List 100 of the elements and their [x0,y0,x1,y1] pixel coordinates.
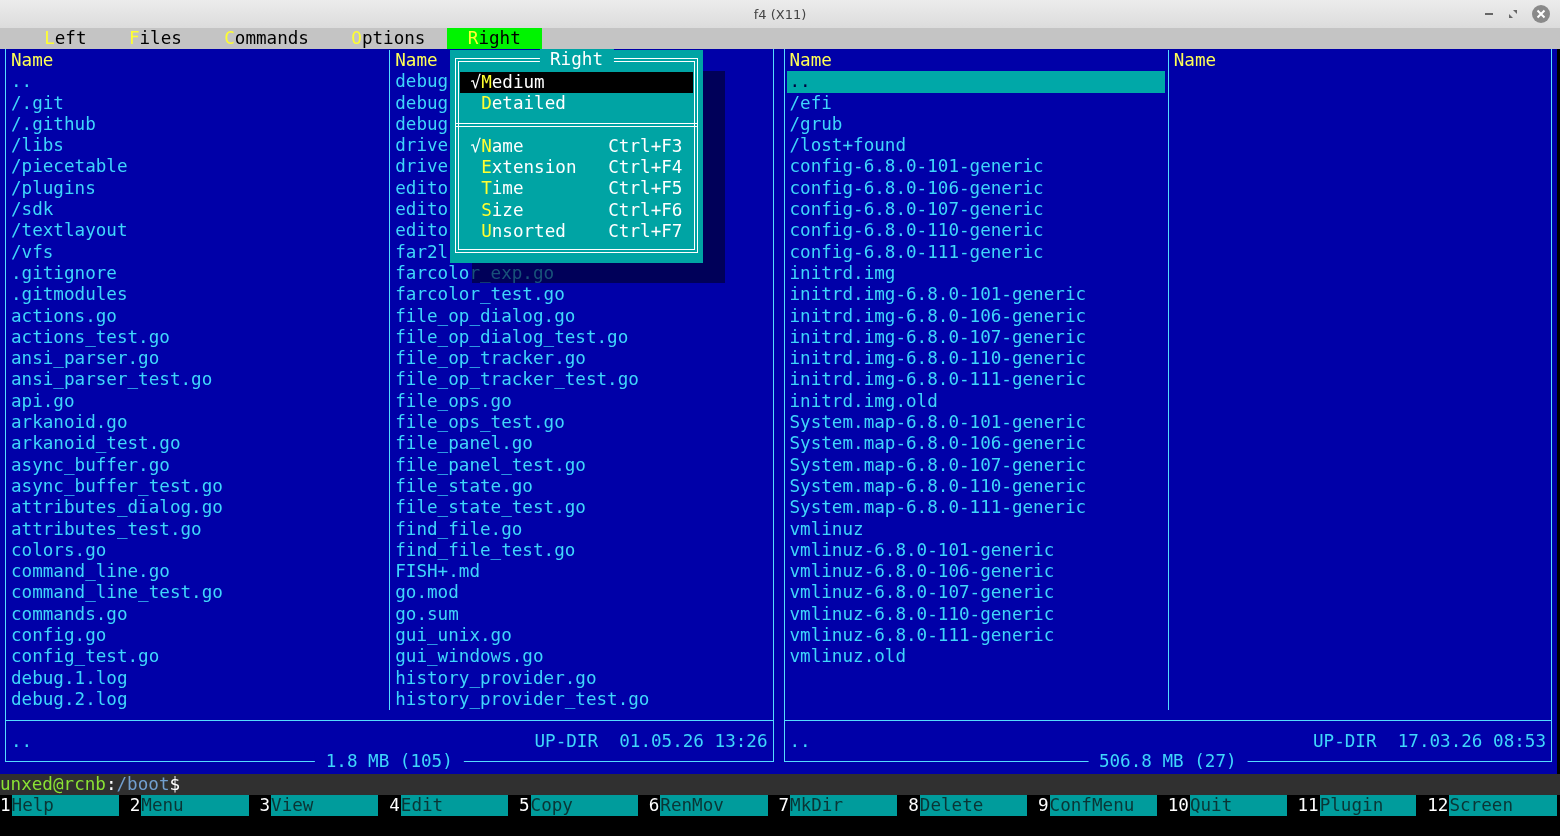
file-name[interactable]: go.sum [392,603,770,625]
function-key[interactable]: Help [11,795,119,816]
file-name[interactable]: initrd.img-6.8.0-101-generic [786,284,1165,306]
file-name[interactable]: api.go [8,390,387,413]
menu-tab[interactable]: Commands [203,28,331,49]
file-name[interactable]: /grub [786,113,1165,136]
file-name[interactable]: find_file.go [392,518,770,540]
function-key[interactable]: Edit [400,795,508,816]
file-name[interactable]: history_provider_test.go [392,688,770,711]
file-name[interactable]: System.map-6.8.0-101-generic [786,412,1165,434]
file-name[interactable]: colors.go [8,539,387,562]
file-name[interactable]: System.map-6.8.0-106-generic [786,433,1165,455]
file-name[interactable]: async_buffer.go [8,454,387,476]
file-name[interactable]: config-6.8.0-101-generic [786,156,1165,178]
menu-item[interactable]: √Medium [460,72,693,94]
menu-tab[interactable]: Options [330,28,447,49]
file-name[interactable]: file_op_dialog_test.go [392,326,770,349]
file-name[interactable]: FISH+.md [392,561,770,583]
file-name[interactable]: initrd.img-6.8.0-111-generic [786,369,1165,391]
function-key[interactable]: Delete [919,795,1027,816]
file-name[interactable]: file_panel.go [392,433,770,455]
file-name[interactable]: /textlayout [8,220,387,242]
file-name[interactable]: vmlinuz.old [786,646,1165,668]
file-name[interactable]: debug.1.log [8,667,387,689]
file-name[interactable]: vmlinuz-6.8.0-107-generic [786,582,1165,604]
file-name[interactable]: vmlinuz-6.8.0-111-generic [786,625,1165,647]
file-name[interactable]: arkanoid_test.go [8,433,387,455]
file-name[interactable]: ansi_parser.go [8,348,387,370]
file-name[interactable]: .. [786,71,1165,93]
file-name[interactable]: System.map-6.8.0-107-generic [786,454,1165,476]
file-name[interactable]: System.map-6.8.0-110-generic [786,475,1165,498]
file-name[interactable]: config.go [8,625,387,647]
function-key[interactable]: View [271,795,379,816]
file-name[interactable]: vmlinuz [786,518,1165,540]
file-name[interactable]: /piecetable [8,156,387,178]
function-key[interactable]: MkDir [790,795,898,816]
file-name[interactable]: actions_test.go [8,326,387,349]
file-name[interactable]: initrd.img-6.8.0-107-generic [786,326,1165,349]
file-name[interactable]: command_line.go [8,561,387,583]
file-name[interactable]: history_provider.go [392,667,770,689]
file-name[interactable]: config-6.8.0-111-generic [786,241,1165,263]
file-name[interactable]: /plugins [8,177,387,200]
file-name[interactable]: vmlinuz-6.8.0-110-generic [786,603,1165,625]
file-name[interactable]: /.github [8,113,387,136]
file-name[interactable]: file_op_tracker_test.go [392,369,770,391]
file-name[interactable]: find_file_test.go [392,539,770,562]
close-icon[interactable] [1532,5,1550,23]
column-header: Name [788,50,832,72]
file-name[interactable]: config_test.go [8,646,387,668]
file-name[interactable]: initrd.img-6.8.0-110-generic [786,348,1165,370]
file-name[interactable]: file_state.go [392,475,770,498]
file-name[interactable]: command_line_test.go [8,582,387,604]
file-name[interactable]: attributes_test.go [8,518,387,540]
file-name[interactable]: initrd.img-6.8.0-106-generic [786,305,1165,327]
file-name[interactable]: /.git [8,92,387,114]
file-name[interactable]: file_panel_test.go [392,454,770,476]
file-name[interactable]: config-6.8.0-107-generic [786,199,1165,221]
file-name[interactable]: initrd.img.old [786,390,1165,413]
file-name[interactable]: farcolor_test.go [392,284,770,306]
menu-tab[interactable]: Right [446,28,542,49]
file-name[interactable]: actions.go [8,305,387,327]
menu-tab[interactable]: Left [23,28,108,49]
file-name[interactable]: vmlinuz-6.8.0-101-generic [786,539,1165,562]
file-name[interactable]: arkanoid.go [8,412,387,434]
file-name[interactable]: async_buffer_test.go [8,475,387,498]
file-name[interactable]: attributes_dialog.go [8,497,387,519]
file-name[interactable]: /sdk [8,199,387,221]
function-key[interactable]: Quit [1189,795,1287,816]
menu-tab[interactable]: Files [107,28,204,49]
file-name[interactable]: /vfs [8,241,387,263]
file-name[interactable]: debug.2.log [8,688,387,711]
window-title: f4 (X11) [753,6,807,22]
function-key[interactable]: Menu [141,795,249,816]
file-name[interactable]: config-6.8.0-106-generic [786,177,1165,200]
file-name[interactable]: file_ops_test.go [392,412,770,434]
function-key[interactable]: RenMov [660,795,768,816]
file-name[interactable]: initrd.img [786,262,1165,285]
file-name[interactable]: commands.go [8,603,387,625]
file-name[interactable]: /efi [786,92,1165,114]
file-name[interactable]: vmlinuz-6.8.0-106-generic [786,561,1165,583]
file-name[interactable]: .gitmodules [8,284,387,306]
file-name[interactable]: .gitignore [8,262,387,285]
function-key[interactable]: ConfMenu [1049,795,1157,816]
file-name[interactable]: gui_unix.go [392,625,770,647]
file-name[interactable]: System.map-6.8.0-111-generic [786,497,1165,519]
function-key[interactable]: Copy [530,795,638,816]
file-name[interactable]: file_state_test.go [392,497,770,519]
file-name[interactable]: gui_windows.go [392,646,770,668]
file-name[interactable]: file_ops.go [392,390,770,413]
function-key[interactable]: Plugin [1319,795,1417,816]
file-name[interactable]: ansi_parser_test.go [8,369,387,391]
file-name[interactable]: file_op_tracker.go [392,348,770,370]
file-name[interactable]: file_op_dialog.go [392,305,770,327]
restore-icon[interactable] [1508,9,1518,19]
file-type: UP-DIR [1312,731,1377,753]
file-name[interactable]: config-6.8.0-110-generic [786,220,1165,242]
file-name[interactable]: .. [8,71,387,93]
file-name[interactable]: /libs [8,135,387,157]
file-name[interactable]: /lost+found [786,135,1165,157]
file-name[interactable]: go.mod [392,582,770,604]
